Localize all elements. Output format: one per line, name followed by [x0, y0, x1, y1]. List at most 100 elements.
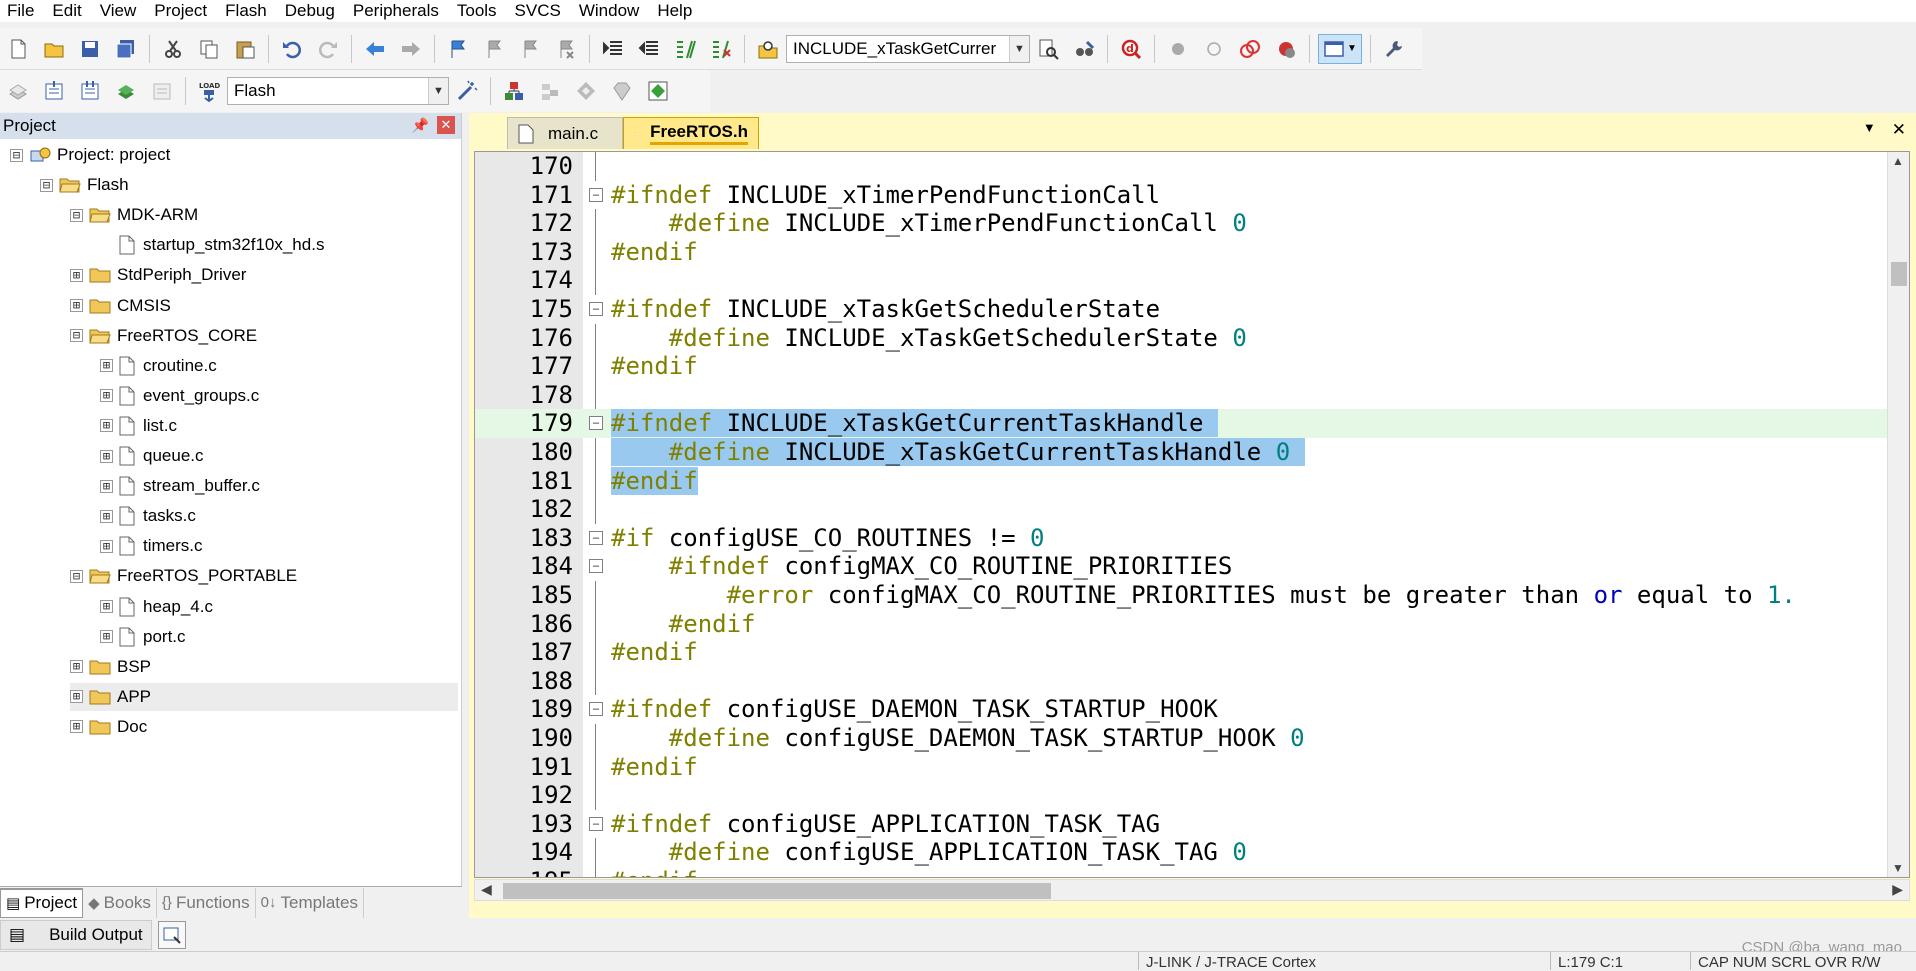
code-line[interactable]: 193 − #ifndef configUSE_APPLICATION_TASK_T…: [475, 810, 1889, 839]
expand-icon[interactable]: ⊞: [100, 509, 113, 523]
scrollbar-thumb[interactable]: [1891, 262, 1907, 286]
target-select[interactable]: Flash ▼: [227, 77, 449, 105]
code-line[interactable]: 191 #endif: [475, 752, 1889, 782]
code-line[interactable]: 171 − #ifndef INCLUDE_xTimerPendFunctionCa…: [475, 181, 1889, 210]
options-for-target-button[interactable]: [452, 76, 482, 106]
menu-svcs[interactable]: SVCS: [508, 0, 572, 22]
enable-breakpoint-button[interactable]: [1199, 34, 1229, 64]
tree-item-folder[interactable]: ⊞ BSP: [70, 653, 458, 681]
menu-flash[interactable]: Flash: [218, 0, 278, 22]
find-combo[interactable]: INCLUDE_xTaskGetCurrer ▼: [786, 34, 1030, 63]
tree-item-file[interactable]: ⊞ heap_4.c: [100, 593, 458, 621]
menu-peripherals[interactable]: Peripherals: [346, 0, 450, 22]
build-button[interactable]: [39, 76, 69, 106]
expand-icon[interactable]: ⊞: [70, 660, 83, 674]
close-icon[interactable]: ✕: [1892, 120, 1906, 140]
window-menu-icon[interactable]: ▼: [1863, 120, 1876, 140]
expand-icon[interactable]: ⊞: [70, 268, 83, 282]
code-line[interactable]: 178: [475, 380, 1889, 410]
pack-installer-button[interactable]: [607, 76, 637, 106]
tree-item-folder[interactable]: ⊟ Flash: [40, 171, 458, 199]
expand-icon[interactable]: ⊞: [100, 389, 113, 403]
expand-icon[interactable]: ⊞: [100, 539, 113, 553]
navigate-forward-button[interactable]: [396, 34, 426, 64]
tree-item-folder[interactable]: ⊞ APP: [70, 682, 458, 711]
fold-collapse-icon[interactable]: −: [589, 530, 603, 545]
redo-button[interactable]: [313, 34, 343, 64]
scroll-left-icon[interactable]: ◀: [481, 881, 492, 898]
undo-button[interactable]: [277, 34, 307, 64]
code-line[interactable]: 188: [475, 666, 1889, 696]
uncomment-button[interactable]: [706, 34, 736, 64]
code-line[interactable]: 183 − #if configUSE_CO_ROUTINES != 0: [475, 524, 1889, 553]
scroll-down-icon[interactable]: ▼: [1892, 861, 1904, 875]
save-button[interactable]: [75, 34, 105, 64]
manage-project-items-button[interactable]: [499, 76, 529, 106]
tree-item-folder[interactable]: ⊞ CMSIS: [70, 292, 458, 320]
tree-item-file[interactable]: ⊞ tasks.c: [100, 502, 458, 530]
code-line[interactable]: 192: [475, 781, 1889, 810]
save-all-button[interactable]: [111, 34, 141, 64]
tab-templates[interactable]: 0↓ Templates: [256, 887, 364, 918]
menu-project[interactable]: Project: [147, 0, 218, 22]
expand-icon[interactable]: ⊞: [100, 419, 113, 433]
batch-build-button[interactable]: [111, 76, 141, 106]
download-button[interactable]: LOAD: [194, 76, 224, 106]
expand-icon[interactable]: ⊞: [70, 720, 83, 734]
disable-breakpoints-button[interactable]: [1235, 34, 1265, 64]
fold-collapse-icon[interactable]: −: [589, 559, 603, 574]
window-layout-button[interactable]: ▼: [1318, 33, 1362, 64]
translate-button[interactable]: [3, 76, 33, 106]
menu-file[interactable]: File: [0, 0, 45, 22]
navigate-back-button[interactable]: [360, 34, 390, 64]
tree-item-file[interactable]: ⊞ port.c: [100, 623, 458, 651]
indent-button[interactable]: [598, 34, 628, 64]
configure-button[interactable]: [1379, 34, 1409, 64]
tree-item-folder[interactable]: ⊞ Doc: [70, 713, 458, 741]
scrollbar-thumb[interactable]: [503, 883, 1051, 899]
prev-bookmark-button[interactable]: [479, 34, 509, 64]
paste-button[interactable]: [230, 34, 260, 64]
code-line[interactable]: 189 − #ifndef configUSE_DAEMON_TASK_STARTU…: [475, 695, 1889, 724]
code-line[interactable]: 179 − #ifndef INCLUDE_xTaskGetCurrentTaskH…: [475, 409, 1889, 438]
code-line[interactable]: 180 #define INCLUDE_xTaskGetCurrentTaskH…: [475, 438, 1889, 467]
open-file-button[interactable]: [39, 34, 69, 64]
clear-bookmarks-button[interactable]: [551, 34, 581, 64]
code-line[interactable]: 182: [475, 495, 1889, 524]
fold-collapse-icon[interactable]: −: [589, 187, 603, 202]
code-line[interactable]: 175 − #ifndef INCLUDE_xTaskGetSchedulerSta…: [475, 295, 1889, 324]
code-line[interactable]: 190 #define configUSE_DAEMON_TASK_STARTU…: [475, 724, 1889, 753]
insert-breakpoint-button[interactable]: [1163, 34, 1193, 64]
code-line[interactable]: 172 #define INCLUDE_xTimerPendFunctionCa…: [475, 209, 1889, 238]
select-packs-button[interactable]: [535, 76, 565, 106]
kill-breakpoints-button[interactable]: [1271, 34, 1301, 64]
expand-icon[interactable]: ⊞: [70, 690, 83, 704]
tab-freertos-h[interactable]: FreeRTOS.h: [623, 117, 759, 149]
menu-view[interactable]: View: [93, 0, 148, 22]
tree-item-folder[interactable]: ⊟ FreeRTOS_CORE: [70, 322, 458, 350]
expand-icon[interactable]: ⊞: [100, 600, 113, 613]
rte-button[interactable]: [571, 76, 601, 106]
copy-button[interactable]: [194, 34, 224, 64]
tree-item-file[interactable]: startup_stm32f10x_hd.s: [100, 231, 458, 259]
menu-debug[interactable]: Debug: [278, 0, 346, 22]
menu-window[interactable]: Window: [572, 0, 650, 22]
tree-item-file[interactable]: ⊞ list.c: [100, 412, 458, 440]
code-line[interactable]: 176 #define INCLUDE_xTaskGetSchedulerSta…: [475, 323, 1889, 353]
expand-icon[interactable]: ⊞: [100, 359, 113, 373]
code-editor[interactable]: 170 171− #ifndef INCLUDE_xTimerPendFunctio…: [474, 151, 1910, 878]
unindent-button[interactable]: [634, 34, 664, 64]
fold-collapse-icon[interactable]: −: [589, 816, 603, 831]
tree-item-file[interactable]: ⊞ timers.c: [100, 532, 458, 560]
collapse-icon[interactable]: ⊟: [70, 569, 83, 583]
tree-item-root[interactable]: ⊟ Project: project: [10, 141, 458, 169]
code-line[interactable]: 187 #endif: [475, 638, 1889, 667]
build-output-options-button[interactable]: [157, 921, 186, 949]
tree-item-folder[interactable]: ⊟ FreeRTOS_PORTABLE: [70, 562, 458, 590]
horizontal-scrollbar[interactable]: ◀ ▶: [474, 879, 1910, 901]
stop-build-button[interactable]: [147, 76, 177, 106]
pin-icon[interactable]: 📌: [412, 117, 429, 134]
tree-item-file[interactable]: ⊞ queue.c: [100, 442, 458, 470]
tree-item-folder[interactable]: ⊞ StdPeriph_Driver: [70, 261, 458, 289]
tab-project[interactable]: ▤ Project: [0, 887, 84, 918]
